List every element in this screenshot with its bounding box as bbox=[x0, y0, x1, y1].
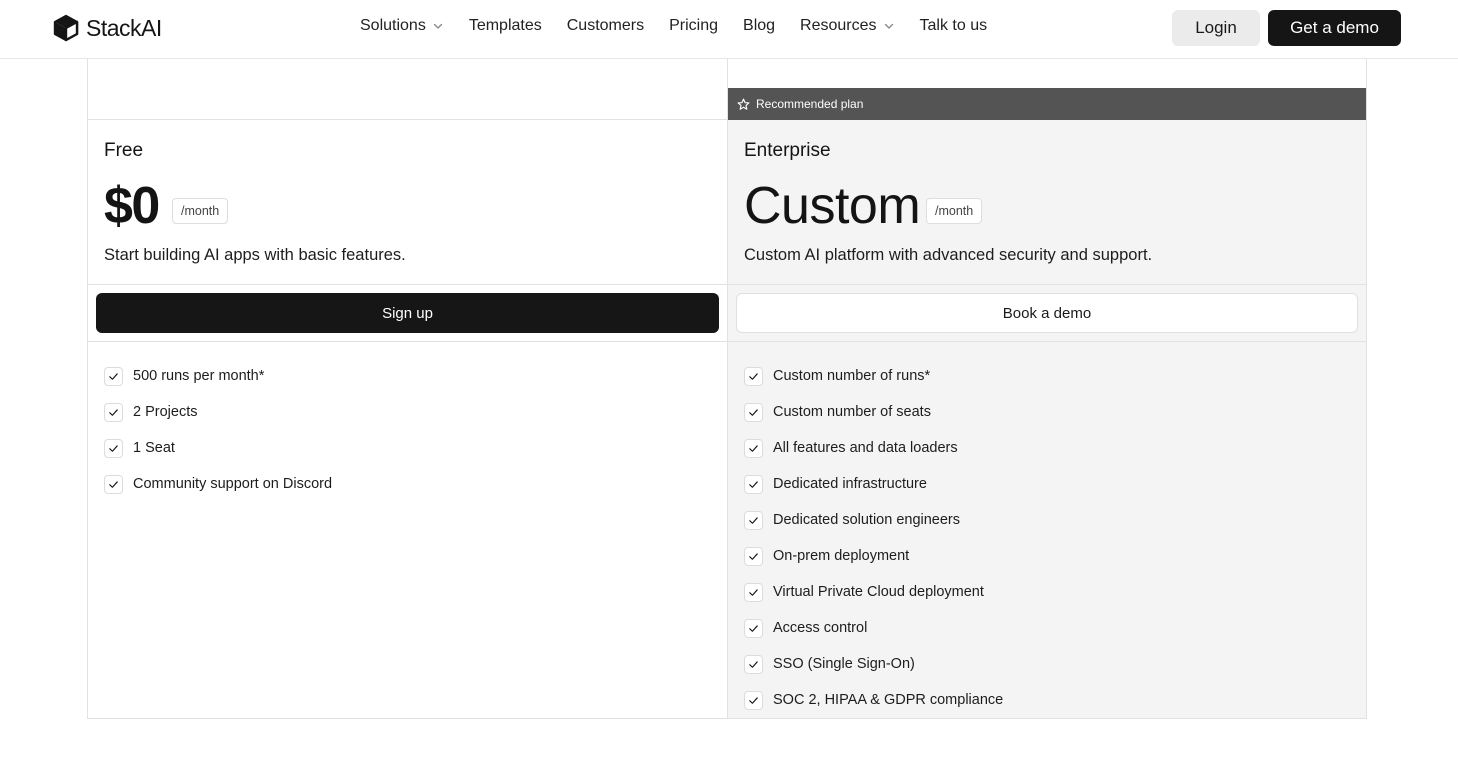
check-icon bbox=[744, 690, 763, 710]
check-icon bbox=[104, 402, 123, 422]
nav-templates[interactable]: Templates bbox=[469, 17, 542, 35]
divider bbox=[88, 284, 727, 285]
feature-label: SOC 2, HIPAA & GDPR compliance bbox=[773, 692, 1004, 708]
feature-label: Dedicated solution engineers bbox=[773, 512, 961, 528]
feature-item: Custom number of runs* bbox=[744, 358, 1003, 394]
nav-talk-to-us-label: Talk to us bbox=[919, 17, 988, 34]
feature-item: All features and data loaders bbox=[744, 430, 1003, 466]
nav-pricing-label: Pricing bbox=[669, 17, 719, 34]
feature-item: Community support on Discord bbox=[104, 466, 332, 502]
stackai-logo-icon bbox=[53, 14, 79, 42]
nav-pricing[interactable]: Pricing bbox=[669, 17, 718, 35]
feature-item: On-prem deployment bbox=[744, 538, 1003, 574]
nav-customers-label: Customers bbox=[566, 17, 645, 34]
feature-list: Custom number of runs* Custom number of … bbox=[744, 358, 1003, 718]
check-icon bbox=[744, 402, 763, 422]
feature-item: Virtual Private Cloud deployment bbox=[744, 574, 1003, 610]
brand-logo[interactable]: StackAI bbox=[52, 14, 162, 42]
feature-item: 1 Seat bbox=[104, 430, 332, 466]
nav-customers[interactable]: Customers bbox=[567, 17, 644, 35]
check-icon bbox=[744, 438, 763, 458]
chevron-down-icon bbox=[884, 23, 893, 29]
feature-label: Access control bbox=[773, 620, 868, 636]
plan-name: Enterprise bbox=[744, 140, 831, 161]
nav-blog-label: Blog bbox=[743, 17, 776, 34]
check-icon bbox=[104, 366, 123, 386]
nav-talk-to-us[interactable]: Talk to us bbox=[920, 17, 988, 35]
feature-item: Custom number of seats bbox=[744, 394, 1003, 430]
feature-label: 500 runs per month* bbox=[133, 368, 265, 384]
recommended-plan-badge: Recommended plan bbox=[728, 88, 1366, 120]
nav-templates-label: Templates bbox=[468, 17, 542, 34]
check-icon bbox=[744, 546, 763, 566]
check-icon bbox=[104, 438, 123, 458]
get-a-demo-button[interactable]: Get a demo bbox=[1268, 10, 1401, 46]
feature-item: SOC 2, HIPAA & GDPR compliance bbox=[744, 682, 1003, 718]
divider bbox=[88, 119, 727, 120]
feature-label: Custom number of runs* bbox=[773, 368, 931, 384]
plan-name: Free bbox=[104, 140, 144, 161]
login-button[interactable]: Login bbox=[1172, 10, 1260, 46]
plan-price: $0 bbox=[104, 177, 160, 235]
feature-label: Dedicated infrastructure bbox=[773, 476, 927, 492]
feature-item: 500 runs per month* bbox=[104, 358, 332, 394]
book-a-demo-button[interactable]: Book a demo bbox=[736, 293, 1358, 333]
check-icon bbox=[744, 654, 763, 674]
check-icon bbox=[744, 618, 763, 638]
nav-resources[interactable]: Resources bbox=[800, 17, 894, 35]
feature-item: Dedicated solution engineers bbox=[744, 502, 1003, 538]
feature-label: 2 Projects bbox=[133, 404, 198, 420]
feature-label: Custom number of seats bbox=[773, 404, 931, 420]
feature-label: Virtual Private Cloud deployment bbox=[773, 584, 984, 600]
star-icon bbox=[737, 98, 750, 110]
plan-description: Custom AI platform with advanced securit… bbox=[744, 246, 1153, 264]
divider bbox=[88, 341, 727, 342]
check-icon bbox=[744, 474, 763, 494]
nav-solutions[interactable]: Solutions bbox=[360, 17, 444, 35]
feature-item: 2 Projects bbox=[104, 394, 332, 430]
plan-card-free: Free $0 /month Start building AI apps wi… bbox=[88, 59, 728, 718]
price-unit-badge: /month bbox=[172, 198, 229, 224]
nav-resources-label: Resources bbox=[800, 17, 877, 34]
nav-solutions-label: Solutions bbox=[360, 17, 426, 34]
feature-list: 500 runs per month* 2 Projects 1 Seat Co… bbox=[104, 358, 332, 502]
sign-up-button[interactable]: Sign up bbox=[96, 293, 719, 333]
feature-label: All features and data loaders bbox=[773, 440, 958, 456]
check-icon bbox=[744, 510, 763, 530]
divider bbox=[728, 341, 1366, 342]
price-unit-badge: /month bbox=[926, 198, 983, 224]
recommended-plan-label: Recommended plan bbox=[756, 97, 864, 111]
nav-links: Solutions Templates Customers Pricing Bl… bbox=[360, 17, 1012, 35]
nav-blog[interactable]: Blog bbox=[743, 17, 775, 35]
feature-label: 1 Seat bbox=[133, 440, 175, 456]
feature-item: Access control bbox=[744, 610, 1003, 646]
brand-name: StackAI bbox=[86, 14, 162, 41]
plan-card-enterprise: Recommended plan Enterprise Custom /mont… bbox=[728, 59, 1366, 718]
pricing-table: Free $0 /month Start building AI apps wi… bbox=[87, 59, 1367, 719]
plan-price: Custom bbox=[744, 177, 921, 235]
chevron-down-icon bbox=[433, 23, 442, 29]
feature-label: On-prem deployment bbox=[773, 548, 910, 564]
feature-item: Dedicated infrastructure bbox=[744, 466, 1003, 502]
feature-label: Community support on Discord bbox=[133, 476, 333, 492]
check-icon bbox=[104, 474, 123, 494]
feature-item: SSO (Single Sign-On) bbox=[744, 646, 1003, 682]
check-icon bbox=[744, 582, 763, 602]
divider bbox=[728, 284, 1366, 285]
check-icon bbox=[744, 366, 763, 386]
feature-label: SSO (Single Sign-On) bbox=[773, 656, 915, 672]
top-navbar: StackAI Solutions Templates Customers Pr… bbox=[0, 0, 1458, 59]
plan-description: Start building AI apps with basic featur… bbox=[104, 246, 406, 264]
